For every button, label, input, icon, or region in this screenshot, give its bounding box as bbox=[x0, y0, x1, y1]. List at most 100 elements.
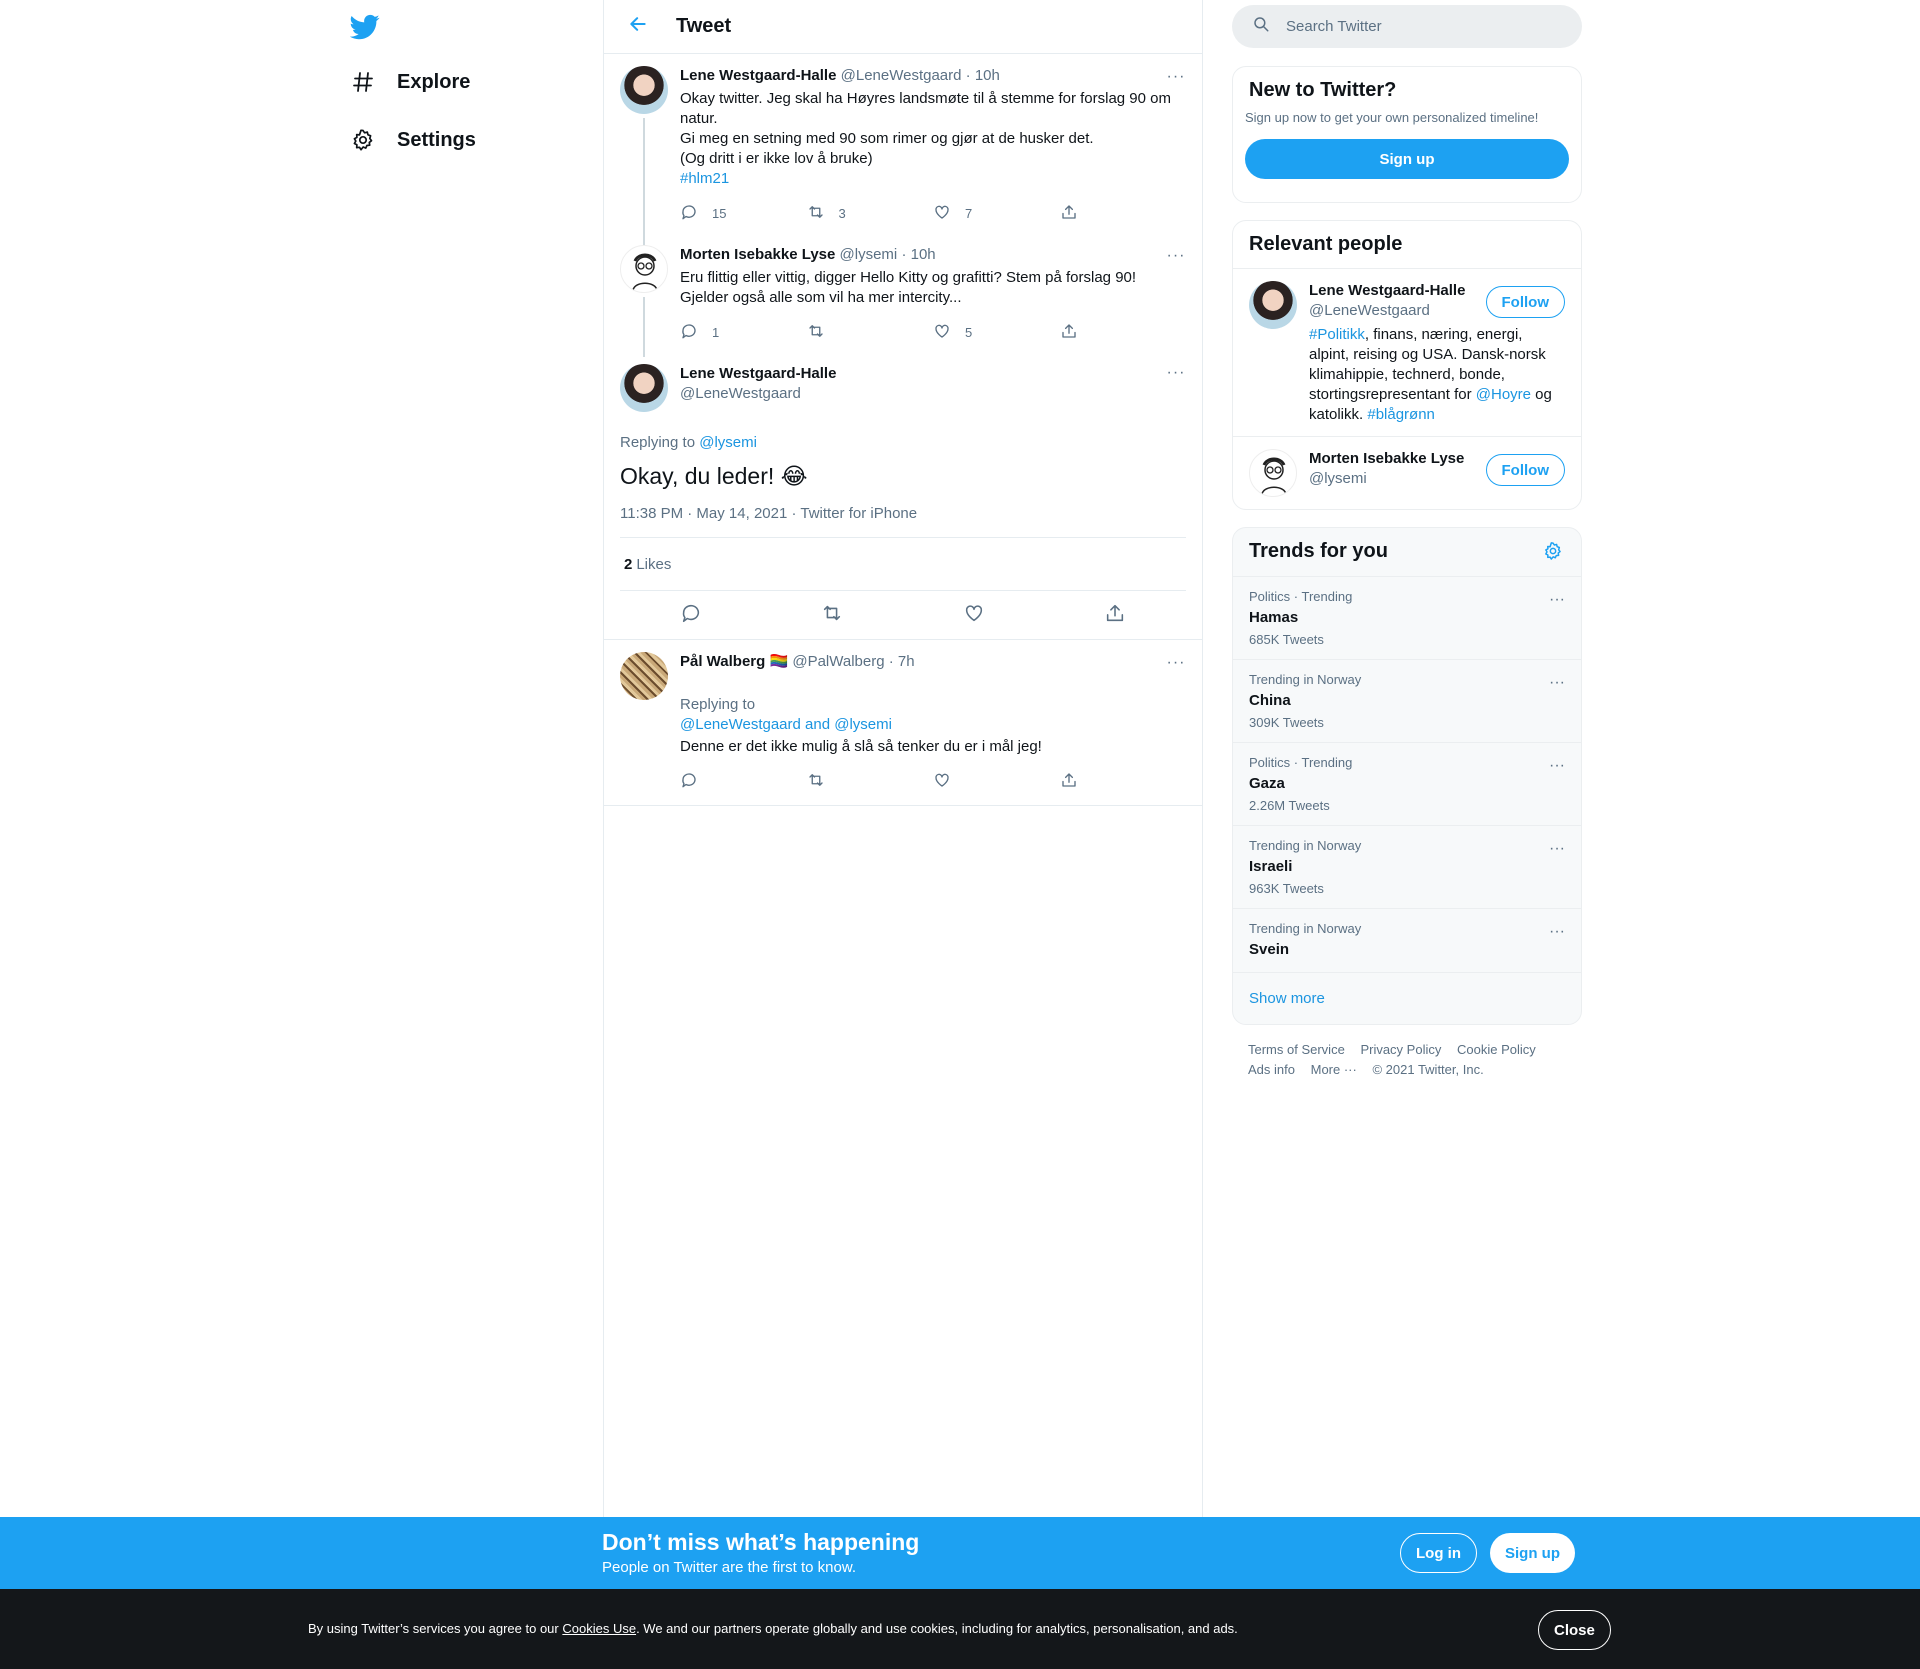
back-button[interactable] bbox=[618, 7, 658, 47]
author-handle[interactable]: @lysemi bbox=[840, 246, 898, 263]
like-button[interactable] bbox=[933, 771, 1060, 792]
hashtag-link[interactable]: #Politikk bbox=[1309, 326, 1365, 343]
tweet-time[interactable]: 10h bbox=[911, 246, 936, 263]
avatar[interactable] bbox=[620, 364, 668, 412]
author-handle[interactable]: @LeneWestgaard bbox=[680, 384, 1186, 404]
like-button[interactable] bbox=[954, 595, 994, 635]
author-name[interactable]: Lene Westgaard-Halle bbox=[680, 364, 1186, 384]
follow-button[interactable]: Follow bbox=[1485, 286, 1565, 318]
signup-button[interactable]: Sign up bbox=[1490, 1533, 1575, 1573]
avatar[interactable] bbox=[620, 245, 668, 293]
avatar[interactable] bbox=[1249, 281, 1297, 329]
more-options-icon[interactable]: ··· bbox=[1549, 840, 1565, 858]
share-button[interactable] bbox=[1095, 595, 1135, 635]
like-button[interactable]: 5 bbox=[933, 322, 1060, 343]
more-options-icon[interactable]: ··· bbox=[1164, 247, 1188, 265]
author-name[interactable]: Morten Isebakke Lyse bbox=[680, 246, 835, 263]
search-box[interactable] bbox=[1232, 5, 1582, 48]
signup-button[interactable]: Sign up bbox=[1245, 139, 1569, 179]
follow-button[interactable]: Follow bbox=[1485, 454, 1565, 486]
reply-button[interactable]: 1 bbox=[680, 322, 807, 343]
trend-count: 963K Tweets bbox=[1249, 881, 1324, 896]
trend-item[interactable]: Politics · Trending Hamas 685K Tweets ··… bbox=[1233, 576, 1581, 659]
terms-link[interactable]: Terms of Service bbox=[1248, 1042, 1345, 1057]
cookie-policy-link[interactable]: Cookie Policy bbox=[1457, 1042, 1536, 1057]
tweet-header: Morten Isebakke Lyse @lysemi · 10h bbox=[680, 245, 1186, 265]
more-options-icon[interactable]: ··· bbox=[1549, 923, 1565, 941]
trend-item[interactable]: Politics · Trending Gaza 2.26M Tweets ··… bbox=[1233, 742, 1581, 825]
show-more-link[interactable]: Show more bbox=[1233, 972, 1581, 1024]
login-button[interactable]: Log in bbox=[1400, 1533, 1477, 1573]
retweet-button[interactable]: 3 bbox=[807, 203, 934, 224]
nav-settings[interactable]: Settings bbox=[350, 120, 476, 160]
reply-icon bbox=[680, 322, 712, 343]
retweet-icon bbox=[807, 322, 839, 343]
reply-button[interactable] bbox=[680, 771, 807, 792]
avatar[interactable] bbox=[620, 66, 668, 114]
trend-item[interactable]: Trending in Norway China 309K Tweets ··· bbox=[1233, 659, 1581, 742]
trend-count: 309K Tweets bbox=[1249, 715, 1324, 730]
hashtag-link[interactable]: #blågrønn bbox=[1367, 406, 1435, 423]
tweet-time[interactable]: 10h bbox=[975, 67, 1000, 84]
reply-count: 1 bbox=[712, 324, 720, 340]
more-options-icon[interactable]: ··· bbox=[1549, 674, 1565, 692]
retweet-count: 3 bbox=[838, 205, 846, 221]
nav-explore[interactable]: Explore bbox=[350, 62, 470, 102]
likes-summary[interactable]: 2 Likes bbox=[620, 538, 1186, 591]
ads-info-link[interactable]: Ads info bbox=[1248, 1062, 1295, 1077]
mention-link[interactable]: @Hoyre bbox=[1476, 386, 1531, 403]
share-button[interactable] bbox=[1060, 771, 1187, 792]
more-options-icon[interactable]: ··· bbox=[1164, 68, 1188, 86]
search-input[interactable] bbox=[1286, 18, 1546, 35]
share-icon bbox=[1104, 602, 1126, 629]
replying-to-link[interactable]: @lysemi bbox=[699, 434, 757, 451]
more-options-icon[interactable]: ··· bbox=[1549, 757, 1565, 775]
share-button[interactable] bbox=[1060, 322, 1187, 343]
retweet-button[interactable] bbox=[807, 322, 934, 343]
thread-tweet[interactable]: ··· Morten Isebakke Lyse @lysemi · 10h E… bbox=[604, 233, 1202, 357]
page-title: Tweet bbox=[676, 15, 732, 37]
trend-name: China bbox=[1249, 692, 1291, 709]
thread-tweet[interactable]: ··· Lene Westgaard-Halle @LeneWestgaard … bbox=[604, 54, 1202, 288]
banner-subtitle: People on Twitter are the first to know. bbox=[602, 1559, 857, 1576]
privacy-link[interactable]: Privacy Policy bbox=[1360, 1042, 1441, 1057]
retweet-button[interactable] bbox=[807, 771, 934, 792]
author-name[interactable]: Pål Walberg bbox=[680, 653, 765, 670]
hashtag-link[interactable]: #hlm21 bbox=[680, 170, 729, 187]
author-handle[interactable]: @LeneWestgaard bbox=[841, 67, 962, 84]
close-button[interactable]: Close bbox=[1538, 1610, 1611, 1650]
twitter-bird-icon[interactable] bbox=[349, 12, 380, 42]
cookies-use-link[interactable]: Cookies Use bbox=[562, 1621, 636, 1636]
tweet-text: Okay twitter. Jeg skal ha Høyres landsmø… bbox=[680, 90, 1172, 167]
share-button[interactable] bbox=[1060, 203, 1187, 224]
heart-icon bbox=[963, 602, 985, 629]
trend-item[interactable]: Trending in Norway Israeli 963K Tweets ·… bbox=[1233, 825, 1581, 908]
tweet-header: Lene Westgaard-Halle @LeneWestgaard · 10… bbox=[680, 66, 1186, 86]
like-button[interactable]: 7 bbox=[933, 203, 1060, 224]
like-count: 7 bbox=[965, 205, 973, 221]
avatar[interactable] bbox=[1249, 449, 1297, 497]
reply-tweet[interactable]: ··· Pål Walberg 🏳️‍🌈 @PalWalberg · 7h Re… bbox=[604, 640, 1202, 801]
more-options-icon[interactable]: ··· bbox=[1164, 654, 1188, 672]
more-menu-link[interactable]: More ··· bbox=[1311, 1062, 1357, 1077]
reply-button[interactable]: 15 bbox=[680, 203, 807, 224]
person-row[interactable]: Lene Westgaard-Halle @LeneWestgaard #Pol… bbox=[1233, 268, 1581, 436]
tweet-actions: 15 3 7 bbox=[680, 193, 1186, 233]
avatar[interactable] bbox=[620, 652, 668, 700]
gear-icon[interactable] bbox=[1543, 541, 1563, 567]
like-count: 5 bbox=[965, 324, 973, 340]
copyright: © 2021 Twitter, Inc. bbox=[1372, 1062, 1484, 1077]
person-row[interactable]: Morten Isebakke Lyse @lysemi Follow bbox=[1233, 436, 1581, 508]
tweet-timestamp[interactable]: 11:38 PM · May 14, 2021 · Twitter for iP… bbox=[620, 505, 1186, 538]
reply-button[interactable] bbox=[671, 595, 711, 635]
more-options-icon[interactable]: ··· bbox=[1164, 364, 1188, 382]
author-name[interactable]: Lene Westgaard-Halle bbox=[680, 67, 836, 84]
more-options-icon[interactable]: ··· bbox=[1549, 591, 1565, 609]
trend-item[interactable]: Trending in Norway Svein ··· bbox=[1233, 908, 1581, 972]
replying-to-link[interactable]: @LeneWestgaard and @lysemi bbox=[680, 716, 892, 733]
separator-dot: · bbox=[888, 653, 894, 670]
retweet-button[interactable] bbox=[812, 595, 852, 635]
relevant-people-card: Relevant people Lene Westgaard-Halle @Le… bbox=[1232, 220, 1582, 510]
author-handle[interactable]: @PalWalberg bbox=[792, 653, 884, 670]
tweet-time[interactable]: 7h bbox=[898, 653, 915, 670]
